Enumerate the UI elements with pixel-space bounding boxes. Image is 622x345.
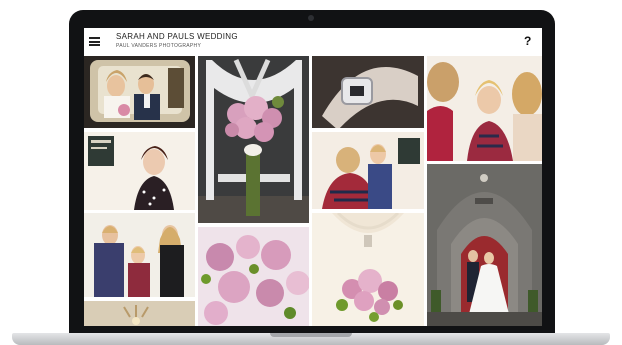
photo-gallery [84, 56, 542, 326]
help-button[interactable]: ? [524, 34, 531, 48]
photo-bouquet-on-chair[interactable] [198, 56, 309, 223]
photo-roses-closeup[interactable] [198, 227, 309, 326]
photo-woman-polka-dress[interactable] [84, 132, 195, 210]
photographer-name: PAUL VANDERS PHOTOGRAPHY [116, 43, 202, 49]
photo-chandelier[interactable] [84, 301, 195, 326]
gallery-title: SARAH AND PAULS WEDDING [116, 32, 238, 41]
screen: SARAH AND PAULS WEDDING PAUL VANDERS PHO… [84, 28, 542, 326]
laptop-notch [270, 333, 352, 337]
photo-makeup-session[interactable] [84, 213, 195, 297]
photo-bride-holding-bouquet[interactable] [312, 213, 424, 326]
app-header: SARAH AND PAULS WEDDING PAUL VANDERS PHO… [84, 28, 542, 56]
photo-couple-in-car[interactable] [84, 56, 195, 128]
photo-shoe-buckle[interactable] [312, 56, 424, 128]
webcam [308, 15, 314, 21]
photo-church-couple[interactable] [427, 164, 542, 326]
photo-hair-styling[interactable] [312, 132, 424, 209]
header-titles: SARAH AND PAULS WEDDING PAUL VANDERS PHO… [116, 32, 238, 50]
photo-bride-getting-ready[interactable] [427, 56, 542, 161]
hamburger-menu-icon[interactable] [89, 37, 100, 46]
